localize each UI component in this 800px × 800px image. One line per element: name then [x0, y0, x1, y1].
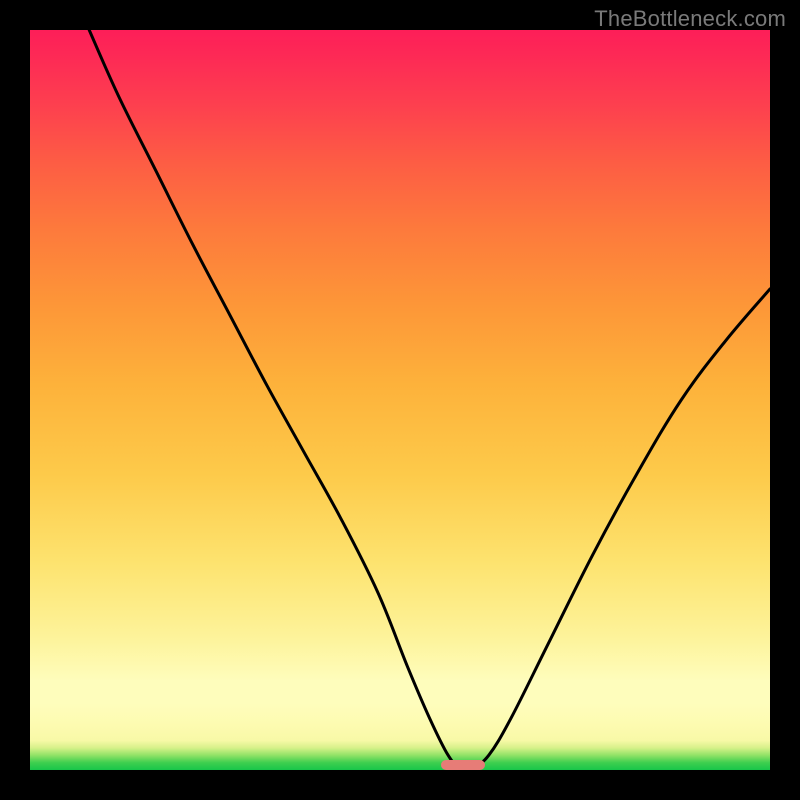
chart-frame: TheBottleneck.com [0, 0, 800, 800]
bottleneck-curve [89, 30, 770, 768]
curve-layer [30, 30, 770, 770]
plot-area [30, 30, 770, 770]
optimal-range-marker [441, 760, 485, 770]
watermark-text: TheBottleneck.com [594, 6, 786, 32]
